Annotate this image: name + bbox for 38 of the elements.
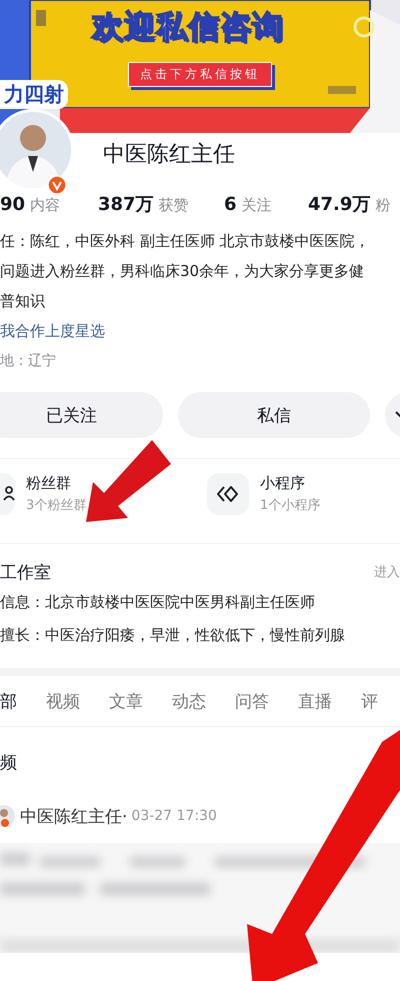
profile-name: 中医陈红主任: [103, 141, 235, 169]
tab[interactable]: 评: [361, 690, 378, 712]
studio-title: 工作室: [0, 562, 51, 584]
feature-title[interactable]: 小程序: [260, 474, 320, 493]
studio-info-text: 信息：北京市鼓楼中医医院中医男科副主任医师: [0, 592, 316, 613]
post-author: 中医陈红主任·: [20, 806, 128, 828]
action-button[interactable]: 私信: [178, 392, 370, 438]
tab[interactable]: 文章: [109, 690, 143, 712]
feature-subtitle: 1个小程序: [260, 497, 320, 514]
action-button[interactable]: 已关注: [0, 392, 163, 438]
bio-text: 任：陈红，中医外科 副主任医师 北京市鼓楼中医医院，: [0, 231, 371, 252]
banner-label: 点击下方私信按钮: [128, 62, 272, 87]
tab[interactable]: 问答: [235, 690, 269, 712]
bio-text: 问题进入粉丝群，男科临床30余年，为大家分享更多健: [0, 261, 366, 282]
stat-label: 内容: [30, 196, 60, 214]
stat-label: 关注: [242, 196, 272, 214]
stat-value: 6: [224, 194, 237, 214]
tab[interactable]: 部: [0, 690, 17, 712]
cooperation-link[interactable]: 我合作上度星选: [0, 322, 105, 340]
stat-label: 粉: [375, 196, 390, 215]
mini-program-icon: [207, 473, 249, 515]
feature-title[interactable]: 粉丝群: [26, 474, 86, 493]
tab[interactable]: 视频: [46, 690, 80, 712]
location-text: 地：辽宁: [0, 353, 56, 369]
stat-label: 获赞: [158, 196, 189, 215]
studio-info-text: 擅长：中医治疗阳痿，早泄，性欲低下，慢性前列腺: [0, 625, 346, 646]
stat-value: 387万: [98, 193, 154, 216]
bio-text: 普知识: [0, 291, 46, 312]
post-time: 03-27 17:30: [131, 808, 217, 824]
tab[interactable]: 动态: [172, 690, 206, 712]
feature-subtitle: 3个粉丝群: [26, 497, 86, 514]
section-title: 频: [0, 752, 18, 775]
banner-headline: 欢迎私信咨询: [92, 8, 284, 47]
tab[interactable]: 直播: [298, 690, 332, 712]
sticker-text: 力四射: [0, 80, 68, 109]
stat-value: 90: [0, 194, 26, 214]
enter-link[interactable]: 进入: [374, 563, 400, 581]
stat-value: 47.9万: [308, 193, 370, 216]
